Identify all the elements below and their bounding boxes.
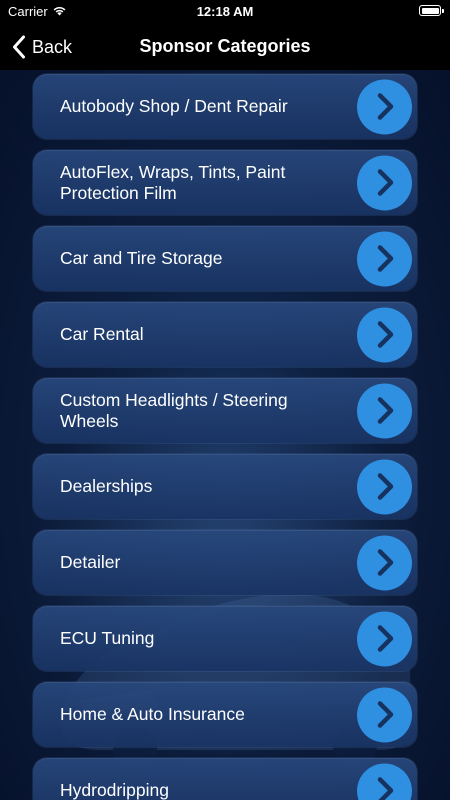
category-label: Home & Auto Insurance — [60, 704, 245, 724]
navigation-bar: Back Sponsor Categories — [0, 24, 450, 70]
chevron-right-icon[interactable] — [357, 535, 412, 590]
list-item[interactable]: Dealerships — [33, 454, 417, 519]
chevron-right-icon[interactable] — [357, 763, 412, 800]
category-label: Hydrodripping — [60, 780, 169, 800]
category-label: Custom Headlights / Steering Wheels — [60, 389, 288, 431]
chevron-right-icon[interactable] — [357, 307, 412, 362]
battery-icon — [419, 5, 444, 16]
status-bar: Carrier 12:18 AM — [0, 0, 450, 24]
category-label: Autobody Shop / Dent Repair — [60, 96, 288, 116]
list-item[interactable]: Detailer — [33, 530, 417, 595]
chevron-right-icon[interactable] — [357, 383, 412, 438]
chevron-right-icon[interactable] — [357, 155, 412, 210]
list-item[interactable]: ECU Tuning — [33, 606, 417, 671]
list-item[interactable]: AutoFlex, Wraps, Tints, Paint Protection… — [33, 150, 417, 215]
list-item[interactable]: Custom Headlights / Steering Wheels — [33, 378, 417, 443]
chevron-right-icon[interactable] — [357, 79, 412, 134]
chevron-right-icon[interactable] — [357, 459, 412, 514]
list-item[interactable]: Car and Tire Storage — [33, 226, 417, 291]
chevron-right-icon[interactable] — [357, 611, 412, 666]
category-label: Car and Tire Storage — [60, 248, 223, 268]
chevron-right-icon[interactable] — [357, 687, 412, 742]
list-item[interactable]: Autobody Shop / Dent Repair — [33, 74, 417, 139]
list-item[interactable]: Home & Auto Insurance — [33, 682, 417, 747]
page-title: Sponsor Categories — [139, 36, 311, 56]
category-list-screen: Autobody Shop / Dent Repair AutoFlex, Wr… — [0, 70, 450, 800]
category-label: Car Rental — [60, 324, 144, 344]
chevron-right-icon[interactable] — [357, 231, 412, 286]
list-item[interactable]: Car Rental — [33, 302, 417, 367]
category-label: Dealerships — [60, 476, 153, 496]
category-label: ECU Tuning — [60, 628, 155, 648]
category-label: Detailer — [60, 552, 121, 572]
category-list: Autobody Shop / Dent Repair AutoFlex, Wr… — [33, 74, 417, 800]
list-item[interactable]: Hydrodripping — [33, 758, 417, 800]
status-time: 12:18 AM — [196, 4, 254, 19]
category-label: AutoFlex, Wraps, Tints, Paint Protection… — [60, 161, 286, 203]
